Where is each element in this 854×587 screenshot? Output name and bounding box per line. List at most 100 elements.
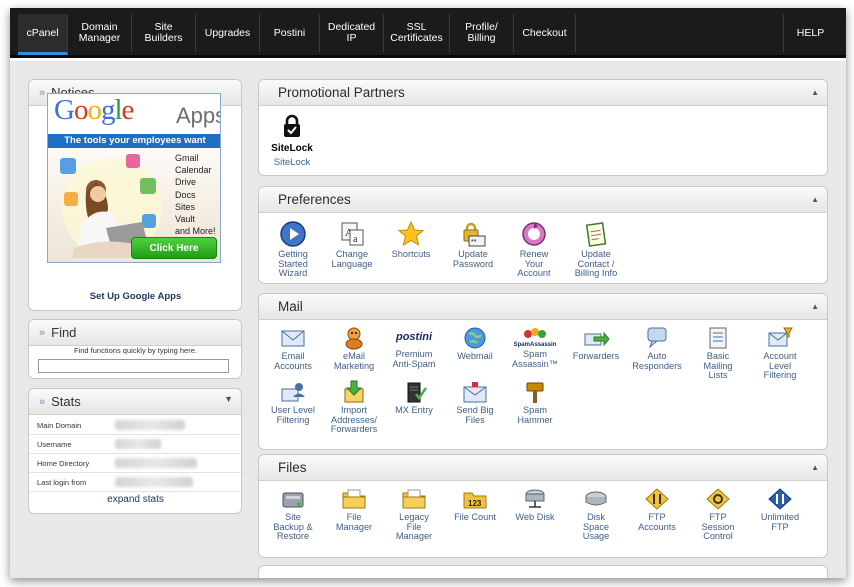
expand-stats-link[interactable]: expand stats	[29, 494, 241, 505]
mx-entry-item[interactable]: MX Entry	[383, 380, 445, 416]
find-input[interactable]	[38, 359, 229, 373]
collapse-triangle-icon[interactable]: ▲	[811, 88, 819, 97]
item-label: Change Language	[331, 249, 373, 269]
user-level-filtering-item[interactable]: User Level Filtering	[262, 380, 324, 425]
nav-domain-manager[interactable]: Domain Manager	[68, 14, 132, 52]
auto-responders-item[interactable]: Auto Responders	[626, 326, 688, 371]
file-count-item[interactable]: 123 File Count	[444, 487, 506, 523]
ad-feature: Vault	[175, 214, 195, 225]
account-level-filtering-item[interactable]: Account Level Filtering	[749, 326, 811, 381]
shortcuts-item[interactable]: Shortcuts	[380, 220, 442, 260]
nav-cpanel[interactable]: cPanel	[18, 14, 68, 55]
promotional-title: Promotional Partners	[278, 85, 405, 100]
ftp-diamond-icon	[645, 488, 669, 510]
item-label: Send Big Files	[456, 405, 494, 425]
nav-profile-billing[interactable]: Profile/ Billing	[450, 14, 514, 52]
ad-feature: Docs	[175, 189, 196, 200]
item-label: Unlimited FTP	[760, 512, 800, 532]
disk-space-usage-item[interactable]: Disk Space Usage	[565, 487, 627, 542]
ad-feature-list: Gmail Calendar Drive Docs Sites Vault an…	[175, 152, 216, 237]
email-accounts-item[interactable]: Email Accounts	[262, 326, 324, 371]
collapse-triangle-icon[interactable]: ▲	[811, 302, 819, 311]
hammer-icon	[526, 382, 544, 403]
chevron-down-icon[interactable]: ▼	[224, 394, 233, 404]
item-label: File Count	[454, 512, 496, 522]
find-panel: » Find Find functions quickly by typing …	[28, 319, 242, 379]
unlimited-ftp-item[interactable]: Unlimited FTP	[749, 487, 811, 532]
web-disk-item[interactable]: Web Disk	[504, 487, 566, 523]
item-label: Premium Anti-Spam	[392, 349, 436, 369]
google-apps-word: Apps	[176, 103, 220, 128]
ftp-gear-icon	[706, 488, 730, 510]
sitelock-item[interactable]: SiteLock SiteLock	[267, 114, 317, 168]
nav-postini[interactable]: Postini	[260, 14, 320, 52]
postini-logo: postini	[395, 331, 433, 343]
ftp-accounts-item[interactable]: FTP Accounts	[626, 487, 688, 532]
nav-help[interactable]: HELP	[783, 14, 837, 52]
update-password-item[interactable]: ** Update Password	[442, 220, 504, 269]
premium-anti-spam-item[interactable]: postini Premium Anti-Spam	[383, 326, 445, 369]
nav-ssl-certificates[interactable]: SSL Certificates	[384, 14, 450, 52]
main-content: » Notices Google Apps The tools your emp…	[10, 61, 846, 578]
renew-account-item[interactable]: Renew Your Account	[503, 220, 565, 279]
site-backup-restore-item[interactable]: Site Backup & Restore	[262, 487, 324, 542]
stats-row: Main Domain	[29, 416, 241, 435]
change-language-item[interactable]: Aa Change Language	[321, 220, 383, 269]
update-contact-billing-item[interactable]: Update Contact / Billing Info	[565, 220, 627, 279]
mail-panel: Mail ▲ Email Accounts eMail Marketing po…	[258, 293, 828, 450]
nav-upgrades[interactable]: Upgrades	[196, 14, 260, 52]
sitelock-label: SiteLock	[273, 157, 311, 168]
ad-feature: Calendar	[175, 165, 212, 176]
spam-hammer-item[interactable]: Spam Hammer	[504, 380, 566, 425]
stats-panel: » Stats ▼ Main Domain Username Home Dire…	[28, 388, 242, 514]
top-navigation: cPanel Domain Manager Site Builders Upgr…	[10, 8, 846, 58]
web-disk-icon	[525, 489, 545, 508]
collapse-arrow-icon: »	[39, 395, 46, 408]
forwarders-item[interactable]: Forwarders	[565, 326, 627, 362]
file-manager-item[interactable]: File Manager	[323, 487, 385, 532]
click-here-button[interactable]: Click Here	[131, 237, 217, 259]
ftp-session-control-item[interactable]: FTP Session Control	[687, 487, 749, 542]
speech-bubble-icon	[647, 327, 667, 349]
getting-started-wizard-item[interactable]: Getting Started Wizard	[262, 220, 324, 279]
spamassassin-item[interactable]: SpamAssassin Spam Assassin™	[504, 326, 566, 369]
nav-dedicated-ip[interactable]: Dedicated IP	[320, 14, 384, 52]
collapse-triangle-icon[interactable]: ▲	[811, 463, 819, 472]
legacy-file-manager-item[interactable]: Legacy File Manager	[383, 487, 445, 542]
google-apps-ad[interactable]: Google Apps The tools your employees wan…	[47, 93, 221, 263]
nav-checkout[interactable]: Checkout	[514, 14, 576, 52]
spamassassin-logo-icon	[524, 328, 546, 338]
cpanel-window: cPanel Domain Manager Site Builders Upgr…	[10, 8, 846, 578]
item-label: Email Accounts	[274, 351, 312, 371]
item-label: Update Password	[452, 249, 494, 269]
stats-label: Main Domain	[37, 420, 82, 430]
nav-site-builders[interactable]: Site Builders	[132, 14, 196, 52]
basic-mailing-lists-item[interactable]: Basic Mailing Lists	[687, 326, 749, 381]
item-label: Auto Responders	[632, 351, 682, 371]
email-marketing-item[interactable]: eMail Marketing	[323, 326, 385, 371]
collapse-triangle-icon[interactable]: ▲	[811, 195, 819, 204]
promotional-partners-panel: Promotional Partners ▲ SiteLock SiteLock	[258, 79, 828, 176]
mailing-list-icon	[709, 327, 727, 349]
collapse-arrow-icon: »	[39, 326, 46, 339]
set-up-google-apps-link[interactable]: Set Up Google Apps	[29, 291, 241, 302]
mail-header: Mail ▲	[259, 294, 827, 320]
send-big-files-item[interactable]: Send Big Files	[444, 380, 506, 425]
webmail-item[interactable]: Webmail	[444, 326, 506, 362]
stats-row: Last login from	[29, 473, 241, 492]
svg-text:a: a	[353, 234, 358, 245]
svg-text:123: 123	[468, 499, 482, 508]
stats-label: Last login from	[37, 477, 87, 487]
stats-title: Stats	[51, 394, 81, 409]
item-label: Web Disk	[515, 512, 555, 522]
sitelock-logo-text: SiteLock	[271, 143, 313, 154]
star-icon	[397, 220, 425, 247]
svg-text:**: **	[471, 239, 477, 246]
item-label: Account Level Filtering	[763, 351, 797, 381]
item-label: Disk Space Usage	[582, 512, 610, 542]
stats-row: Username	[29, 435, 241, 454]
import-addresses-item[interactable]: Import Addresses/ Forwarders	[323, 380, 385, 435]
folder-count-icon: 123	[463, 492, 487, 509]
folder-icon	[342, 489, 366, 509]
send-files-icon	[463, 382, 487, 403]
